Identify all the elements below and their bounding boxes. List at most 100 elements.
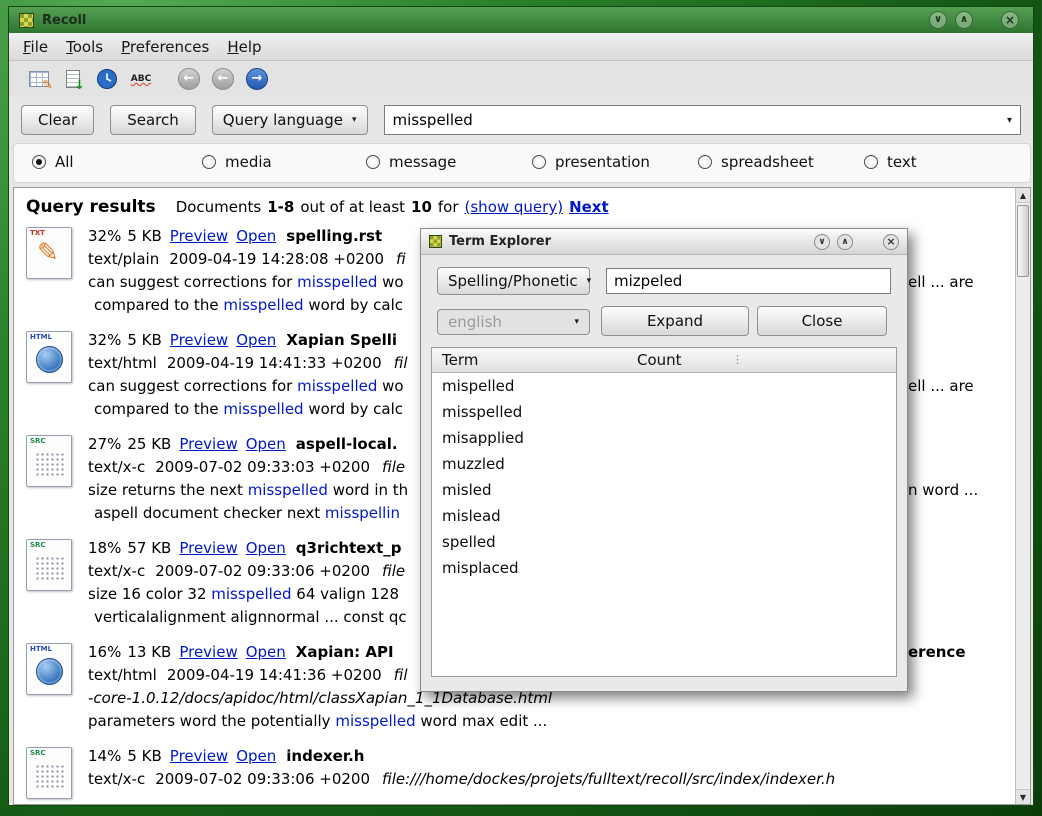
result-snippet-line: parameters word the potentially misspell… — [88, 710, 1002, 733]
result-filename: q3richtext_p — [296, 539, 402, 557]
code-grid-icon — [35, 556, 65, 582]
open-link[interactable]: Open — [246, 539, 286, 557]
snippet-text: wo — [377, 377, 403, 395]
result-relevance: 14% — [88, 747, 121, 765]
snippet-right-fragment: ell ... are — [908, 375, 974, 398]
open-link[interactable]: Open — [246, 435, 286, 453]
result-filename: Xapian: API — [296, 643, 394, 661]
term-input[interactable] — [606, 268, 891, 294]
table-tool-button[interactable]: ✎ — [25, 65, 53, 93]
filter-spreadsheet[interactable]: spreadsheet — [698, 153, 814, 171]
result-url: fi — [396, 250, 406, 268]
result-filename: Xapian Spelli — [286, 331, 397, 349]
term-row[interactable]: mislead — [432, 503, 896, 529]
previous-page-button[interactable]: ← — [209, 65, 237, 93]
close-window-button[interactable]: × — [1001, 11, 1019, 29]
menu-item-file[interactable]: File — [23, 38, 48, 56]
filter-presentation[interactable]: presentation — [532, 153, 650, 171]
scroll-down-button[interactable]: ▼ — [1016, 789, 1030, 804]
term-row[interactable]: mispelled — [432, 373, 896, 399]
term-row[interactable]: misplaced — [432, 555, 896, 581]
result-mime: text/x-c — [88, 770, 145, 788]
chevron-up-icon: ∧ — [841, 237, 848, 247]
preview-link[interactable]: Preview — [170, 227, 228, 245]
scrollbar-thumb[interactable] — [1017, 205, 1029, 277]
term-row[interactable]: muzzled — [432, 451, 896, 477]
snippet-text: misspelled — [335, 712, 415, 730]
radio-icon[interactable] — [698, 155, 712, 169]
result-date: 2009-04-19 14:28:08 +0200 — [169, 250, 384, 268]
next-page-button[interactable]: → — [243, 65, 271, 93]
document-sort-button[interactable]: ↓ — [59, 65, 87, 93]
expand-button[interactable]: Expand — [601, 306, 749, 336]
result-filename-fragment: erence — [908, 641, 966, 664]
menu-item-help[interactable]: Help — [227, 38, 261, 56]
preview-link[interactable]: Preview — [179, 435, 237, 453]
term-explorer-button[interactable]: ABC — [127, 65, 155, 93]
preview-link[interactable]: Preview — [170, 331, 228, 349]
src-file-icon: SRC — [26, 747, 72, 799]
search-button[interactable]: Search — [110, 105, 196, 135]
forward-icon: → — [246, 68, 268, 90]
radio-icon[interactable] — [32, 155, 46, 169]
open-link[interactable]: Open — [236, 331, 276, 349]
result-mime: text/x-c — [88, 458, 145, 476]
query-language-select[interactable]: Query language ▾ — [212, 105, 368, 135]
search-query-input[interactable] — [393, 111, 1001, 129]
term-cell: misapplied — [442, 429, 524, 447]
radio-icon[interactable] — [366, 155, 380, 169]
dialog-close-button[interactable]: × — [883, 234, 899, 250]
clock-icon — [96, 68, 118, 90]
radio-icon[interactable] — [202, 155, 216, 169]
filter-message[interactable]: message — [366, 153, 456, 171]
dialog-shade-button[interactable]: ∨ — [814, 234, 830, 250]
window-titlebar[interactable]: Recoll ∨ ∧ × — [9, 7, 1033, 33]
pencil-icon: ✎ — [37, 238, 59, 268]
radio-icon[interactable] — [864, 155, 878, 169]
clear-button[interactable]: Clear — [21, 105, 94, 135]
count-column-header[interactable]: Count — [637, 348, 682, 372]
show-query-link[interactable]: (show query) — [465, 198, 564, 216]
shade-button[interactable]: ∨ — [929, 11, 947, 29]
results-scrollbar[interactable]: ▲ ▼ — [1015, 188, 1030, 804]
result-size: 57 KB — [127, 539, 171, 557]
filter-text[interactable]: text — [864, 153, 917, 171]
chevron-up-icon: ∧ — [960, 14, 968, 25]
menu-item-tools[interactable]: Tools — [66, 38, 103, 56]
html-file-icon: HTML — [26, 643, 72, 695]
preview-link[interactable]: Preview — [170, 747, 228, 765]
dropdown-arrow-icon: ▾ — [352, 115, 357, 125]
history-button[interactable] — [93, 65, 121, 93]
snippet-text: misspelled — [297, 273, 377, 291]
scroll-up-button[interactable]: ▲ — [1016, 188, 1030, 203]
txt-file-icon: TXT✎ — [26, 227, 72, 279]
code-grid-icon — [35, 764, 65, 790]
term-match-type-select[interactable]: Spelling/Phonetic ▾ — [437, 267, 590, 295]
open-link[interactable]: Open — [236, 227, 276, 245]
pencil-icon: ✎ — [42, 78, 53, 93]
chevron-down-icon: ∨ — [934, 14, 942, 25]
preview-link[interactable]: Preview — [179, 643, 237, 661]
dialog-maximize-button[interactable]: ∧ — [837, 234, 853, 250]
close-button[interactable]: Close — [757, 306, 887, 336]
term-row[interactable]: misspelled — [432, 399, 896, 425]
first-page-button[interactable]: ← — [175, 65, 203, 93]
radio-icon[interactable] — [532, 155, 546, 169]
term-column-header[interactable]: Term — [442, 351, 478, 369]
menu-item-preferences[interactable]: Preferences — [121, 38, 209, 56]
dialog-titlebar[interactable]: Term Explorer ∨ ∧ × — [421, 229, 907, 255]
preview-link[interactable]: Preview — [179, 539, 237, 557]
term-row[interactable]: misapplied — [432, 425, 896, 451]
back-icon: ← — [212, 68, 234, 90]
filter-media[interactable]: media — [202, 153, 272, 171]
next-page-link[interactable]: Next — [569, 198, 609, 216]
maximize-button[interactable]: ∧ — [955, 11, 973, 29]
filter-all[interactable]: All — [32, 153, 74, 171]
term-row[interactable]: spelled — [432, 529, 896, 555]
open-link[interactable]: Open — [246, 643, 286, 661]
search-query-combo[interactable]: ▾ — [384, 105, 1021, 135]
result-relevance: 32% — [88, 227, 121, 245]
language-select: english ▾ — [437, 309, 590, 335]
term-row[interactable]: misled — [432, 477, 896, 503]
open-link[interactable]: Open — [236, 747, 276, 765]
